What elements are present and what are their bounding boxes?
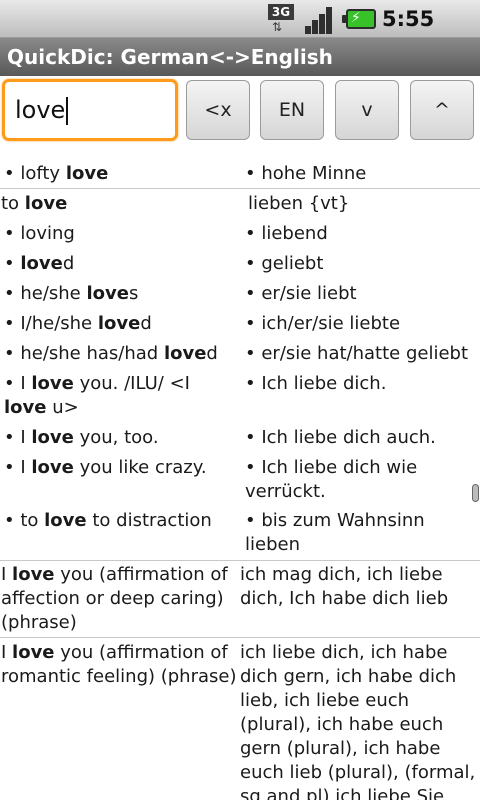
entry-source: • I/he/she loved <box>4 313 152 334</box>
list-item-heading[interactable]: I love you (affirmation of affection or … <box>0 563 480 635</box>
status-bar: 3G ⇅ ⚡ 5:55 PM <box>0 0 480 61</box>
entry-translation: • geliebt <box>245 253 324 274</box>
list-item[interactable]: • to love to distraction • bis zum Wahns… <box>0 509 480 561</box>
search-input[interactable]: love <box>2 79 178 141</box>
status-clock: 5:55 PM <box>382 7 435 61</box>
divider <box>0 637 480 638</box>
battery-charging-icon: ⚡ <box>342 9 376 29</box>
entry-translation: • liebend <box>245 223 328 244</box>
list-item[interactable]: • lofty love • hohe Minne <box>0 162 480 188</box>
search-input-value: love <box>15 96 66 124</box>
divider <box>0 560 480 561</box>
entry-source: • lofty love <box>4 163 109 184</box>
entry-source: • I love you. /ILU/ <I love u> <box>4 373 190 418</box>
entry-source: • he/she loves <box>4 283 139 304</box>
previous-match-button[interactable]: ^ <box>410 80 474 140</box>
entry-source: • I love you, too. <box>4 427 159 448</box>
scrollbar-thumb[interactable] <box>472 484 479 502</box>
search-toolbar: love <x EN v ^ <box>0 76 480 148</box>
divider <box>0 188 480 189</box>
signal-strength-icon <box>304 4 336 34</box>
entry-translation: • ich/er/sie liebte <box>245 313 401 334</box>
entry-source: • to love to distraction <box>4 510 212 531</box>
app-title: QuickDic: German<->English <box>0 38 480 76</box>
list-item-heading[interactable]: I love you (affirmation of romantic feel… <box>0 641 480 800</box>
network-3g-icon: 3G ⇅ <box>266 4 298 34</box>
entry-translation: • Ich liebe dich auch. <box>245 427 436 448</box>
network-type-label: 3G <box>268 4 294 20</box>
list-item[interactable]: • I love you like crazy. • Ich liebe dic… <box>0 456 480 508</box>
language-toggle-button[interactable]: EN <box>260 80 324 140</box>
entry-translation: • Ich liebe dich wie verrückt. <box>245 457 418 502</box>
entry-source: to love <box>1 193 68 214</box>
clear-search-button[interactable]: <x <box>186 80 250 140</box>
entry-translation: • Ich liebe dich. <box>245 373 387 394</box>
entry-source: • loving <box>4 223 75 244</box>
entry-source: • loved <box>4 253 75 274</box>
entry-translation: ich mag dich, ich liebe dich, Ich habe d… <box>240 564 449 609</box>
entry-translation: • hohe Minne <box>245 163 367 184</box>
entry-source: • I love you like crazy. <box>4 457 207 478</box>
entry-source: I love you (affirmation of affection or … <box>1 564 228 633</box>
entry-translation: lieben {vt} <box>248 193 350 214</box>
entry-source: • he/she has/had loved <box>4 343 218 364</box>
results-list[interactable]: • lofty love • hohe Minne to love lieben… <box>0 148 480 800</box>
entry-translation: • er/sie hat/hatte geliebt <box>245 343 469 364</box>
next-match-button[interactable]: v <box>335 80 399 140</box>
entry-translation: • er/sie liebt <box>245 283 357 304</box>
entry-translation: • bis zum Wahnsinn lieben <box>245 510 425 555</box>
text-cursor <box>66 97 69 125</box>
entry-translation: ich liebe dich, ich habe dich gern, ich … <box>240 642 476 800</box>
list-item[interactable]: • I love you. /ILU/ <I love u> • Ich lie… <box>0 372 480 424</box>
entry-source: I love you (affirmation of romantic feel… <box>1 642 237 687</box>
partial-row <box>0 148 480 154</box>
data-activity-icon: ⇅ <box>272 20 283 34</box>
